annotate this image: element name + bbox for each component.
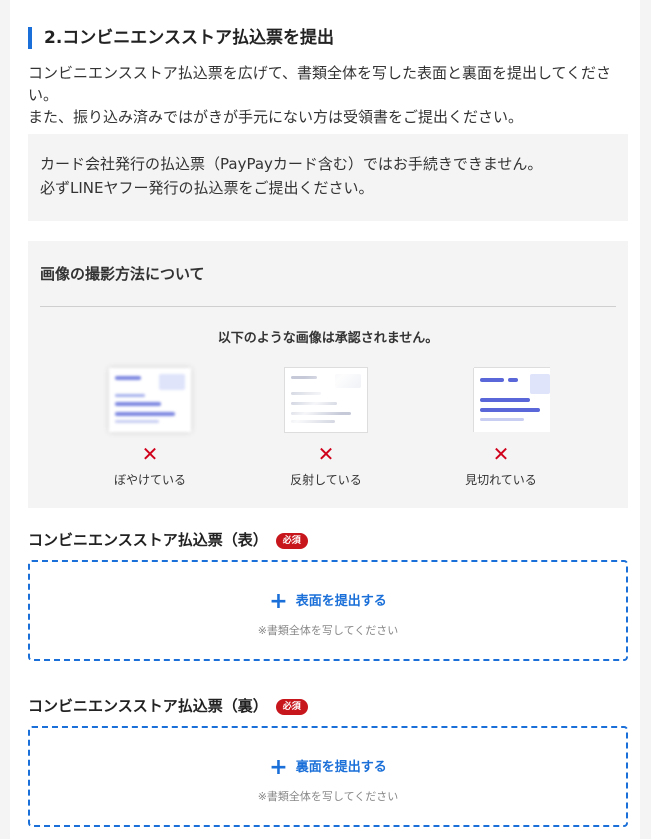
- blurry-image-illustration: [109, 368, 191, 432]
- example-cut-off: ✕ 見切れている: [436, 368, 566, 498]
- photo-guide-title: 画像の撮影方法について: [40, 265, 205, 283]
- plus-icon: +: [269, 589, 288, 614]
- description-line-1: コンビニエンスストア払込票を広げて、書類全体を写した表面と裏面を提出してください…: [28, 64, 612, 104]
- submit-back-label: 裏面を提出する: [295, 760, 387, 775]
- x-mark-icon: ✕: [141, 442, 159, 466]
- example-reflection: ✕ 反射している: [261, 368, 391, 498]
- notice-box: カード会社発行の払込票（PayPayカード含む）ではお手続きできません。 必ずL…: [28, 134, 628, 221]
- section-description: コンビニエンスストア払込票を広げて、書類全体を写した表面と裏面を提出してください…: [28, 62, 628, 128]
- photo-guide-box: 画像の撮影方法について 以下のような画像は承認されません。 ✕ ぼやけている ✕…: [28, 241, 628, 508]
- cut-off-image-illustration: [474, 368, 550, 432]
- photo-guide-caption: 以下のような画像は承認されません。: [217, 331, 439, 346]
- back-upload-dropzone[interactable]: + 裏面を提出する ※書類全体を写してください: [28, 726, 628, 827]
- submit-front-button[interactable]: + 表面を提出する: [30, 589, 626, 614]
- front-upload-title: コンビニエンスストア払込票（表）: [28, 531, 268, 549]
- example-blurry: ✕ ぼやけている: [85, 368, 215, 498]
- back-upload-title: コンビニエンスストア払込票（裏）: [28, 697, 268, 715]
- reflection-image-illustration: [285, 368, 367, 432]
- notice-line-2: 必ずLINEヤフー発行の払込票をご提出ください。: [40, 179, 374, 197]
- back-upload-heading: コンビニエンスストア払込票（裏） 必須: [28, 695, 308, 716]
- plus-icon: +: [269, 755, 288, 780]
- description-line-2: また、振り込み済みではがきが手元にない方は受領書をご提出ください。: [28, 108, 524, 126]
- example-label: 見切れている: [465, 473, 537, 487]
- form-card: 2.コンビニエンスストア払込票を提出 コンビニエンスストア払込票を広げて、書類全…: [10, 0, 640, 839]
- required-badge: 必須: [275, 533, 308, 549]
- required-badge: 必須: [275, 699, 308, 715]
- divider: [40, 306, 616, 307]
- submit-back-button[interactable]: + 裏面を提出する: [30, 755, 626, 780]
- submit-front-label: 表面を提出する: [295, 594, 387, 609]
- section-title: 2.コンビニエンスストア払込票を提出: [28, 27, 334, 49]
- example-label: 反射している: [290, 473, 362, 487]
- front-upload-hint: ※書類全体を写してください: [257, 624, 399, 637]
- notice-line-1: カード会社発行の払込票（PayPayカード含む）ではお手続きできません。: [40, 155, 543, 173]
- x-mark-icon: ✕: [492, 442, 510, 466]
- back-upload-hint: ※書類全体を写してください: [257, 790, 399, 803]
- front-upload-dropzone[interactable]: + 表面を提出する ※書類全体を写してください: [28, 560, 628, 661]
- front-upload-heading: コンビニエンスストア払込票（表） 必須: [28, 529, 308, 550]
- example-label: ぼやけている: [113, 473, 186, 487]
- x-mark-icon: ✕: [317, 442, 335, 466]
